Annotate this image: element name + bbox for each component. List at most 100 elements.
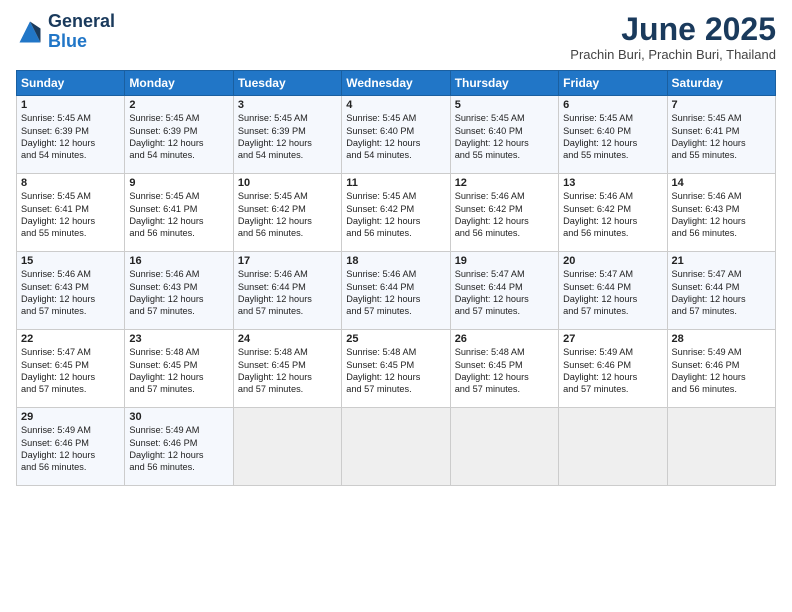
- cell-line: Daylight: 12 hours: [238, 215, 337, 227]
- cell-line: and 57 minutes.: [238, 305, 337, 317]
- cell-line: Sunset: 6:39 PM: [238, 125, 337, 137]
- cell-line: Sunset: 6:40 PM: [455, 125, 554, 137]
- cell-line: Sunrise: 5:48 AM: [238, 346, 337, 358]
- cell-line: and 55 minutes.: [672, 149, 771, 161]
- cell-line: Daylight: 12 hours: [563, 215, 662, 227]
- calendar-cell: 1Sunrise: 5:45 AMSunset: 6:39 PMDaylight…: [17, 96, 125, 174]
- cell-line: Daylight: 12 hours: [672, 215, 771, 227]
- day-number: 10: [238, 177, 337, 189]
- cell-line: Daylight: 12 hours: [455, 293, 554, 305]
- cell-line: and 57 minutes.: [346, 383, 445, 395]
- cell-line: Sunset: 6:45 PM: [346, 359, 445, 371]
- cell-line: Daylight: 12 hours: [21, 137, 120, 149]
- day-number: 9: [129, 177, 228, 189]
- calendar-cell: 21Sunrise: 5:47 AMSunset: 6:44 PMDayligh…: [667, 252, 775, 330]
- cell-line: Daylight: 12 hours: [129, 293, 228, 305]
- cell-line: Daylight: 12 hours: [672, 371, 771, 383]
- calendar-cell: [450, 408, 558, 486]
- cell-line: Sunrise: 5:46 AM: [129, 268, 228, 280]
- cell-line: and 56 minutes.: [346, 227, 445, 239]
- calendar-cell: 29Sunrise: 5:49 AMSunset: 6:46 PMDayligh…: [17, 408, 125, 486]
- calendar-cell: 26Sunrise: 5:48 AMSunset: 6:45 PMDayligh…: [450, 330, 558, 408]
- cell-line: Sunrise: 5:46 AM: [563, 190, 662, 202]
- day-number: 28: [672, 333, 771, 345]
- cell-line: Sunrise: 5:48 AM: [346, 346, 445, 358]
- cell-line: and 57 minutes.: [21, 383, 120, 395]
- cell-line: Sunrise: 5:49 AM: [563, 346, 662, 358]
- cell-line: Sunrise: 5:47 AM: [455, 268, 554, 280]
- cell-line: Sunrise: 5:45 AM: [21, 112, 120, 124]
- cell-line: Sunrise: 5:45 AM: [129, 112, 228, 124]
- cell-line: Daylight: 12 hours: [21, 449, 120, 461]
- calendar-cell: 25Sunrise: 5:48 AMSunset: 6:45 PMDayligh…: [342, 330, 450, 408]
- cell-line: Sunset: 6:40 PM: [563, 125, 662, 137]
- calendar-cell: 4Sunrise: 5:45 AMSunset: 6:40 PMDaylight…: [342, 96, 450, 174]
- cell-line: Daylight: 12 hours: [238, 137, 337, 149]
- calendar-cell: 3Sunrise: 5:45 AMSunset: 6:39 PMDaylight…: [233, 96, 341, 174]
- cell-line: Sunset: 6:45 PM: [129, 359, 228, 371]
- cell-line: Sunrise: 5:45 AM: [346, 190, 445, 202]
- calendar-cell: 22Sunrise: 5:47 AMSunset: 6:45 PMDayligh…: [17, 330, 125, 408]
- calendar-cell: 17Sunrise: 5:46 AMSunset: 6:44 PMDayligh…: [233, 252, 341, 330]
- cell-line: Sunrise: 5:46 AM: [672, 190, 771, 202]
- day-number: 19: [455, 255, 554, 267]
- cell-line: Daylight: 12 hours: [563, 293, 662, 305]
- cell-line: Daylight: 12 hours: [129, 449, 228, 461]
- cell-line: and 56 minutes.: [238, 227, 337, 239]
- cell-line: Sunrise: 5:45 AM: [455, 112, 554, 124]
- weekday-header-monday: Monday: [125, 71, 233, 96]
- cell-line: Daylight: 12 hours: [455, 215, 554, 227]
- day-number: 21: [672, 255, 771, 267]
- day-number: 11: [346, 177, 445, 189]
- calendar-cell: 15Sunrise: 5:46 AMSunset: 6:43 PMDayligh…: [17, 252, 125, 330]
- cell-line: Sunrise: 5:46 AM: [21, 268, 120, 280]
- cell-line: and 56 minutes.: [129, 461, 228, 473]
- cell-line: Sunset: 6:41 PM: [672, 125, 771, 137]
- day-number: 7: [672, 99, 771, 111]
- calendar-container: General Blue June 2025 Prachin Buri, Pra…: [0, 0, 792, 494]
- cell-line: and 57 minutes.: [455, 383, 554, 395]
- cell-line: Daylight: 12 hours: [672, 137, 771, 149]
- cell-line: Sunrise: 5:49 AM: [129, 424, 228, 436]
- cell-line: Sunset: 6:45 PM: [21, 359, 120, 371]
- calendar-cell: 27Sunrise: 5:49 AMSunset: 6:46 PMDayligh…: [559, 330, 667, 408]
- day-number: 24: [238, 333, 337, 345]
- cell-line: Sunrise: 5:46 AM: [455, 190, 554, 202]
- calendar-cell: 20Sunrise: 5:47 AMSunset: 6:44 PMDayligh…: [559, 252, 667, 330]
- cell-line: Sunset: 6:45 PM: [238, 359, 337, 371]
- cell-line: and 57 minutes.: [563, 383, 662, 395]
- cell-line: Sunset: 6:46 PM: [21, 437, 120, 449]
- calendar-cell: [559, 408, 667, 486]
- cell-line: and 57 minutes.: [672, 305, 771, 317]
- cell-line: Sunrise: 5:46 AM: [238, 268, 337, 280]
- cell-line: Daylight: 12 hours: [346, 371, 445, 383]
- calendar-cell: 11Sunrise: 5:45 AMSunset: 6:42 PMDayligh…: [342, 174, 450, 252]
- cell-line: Sunrise: 5:48 AM: [129, 346, 228, 358]
- cell-line: Sunset: 6:39 PM: [21, 125, 120, 137]
- weekday-header-row: SundayMondayTuesdayWednesdayThursdayFrid…: [17, 71, 776, 96]
- cell-line: and 54 minutes.: [129, 149, 228, 161]
- cell-line: Sunrise: 5:48 AM: [455, 346, 554, 358]
- cell-line: Sunset: 6:41 PM: [21, 203, 120, 215]
- cell-line: and 54 minutes.: [21, 149, 120, 161]
- cell-line: and 54 minutes.: [238, 149, 337, 161]
- cell-line: Sunrise: 5:45 AM: [129, 190, 228, 202]
- cell-line: and 57 minutes.: [455, 305, 554, 317]
- logo-general: General: [48, 11, 115, 31]
- day-number: 1: [21, 99, 120, 111]
- cell-line: Daylight: 12 hours: [129, 137, 228, 149]
- cell-line: and 55 minutes.: [455, 149, 554, 161]
- cell-line: Daylight: 12 hours: [672, 293, 771, 305]
- cell-line: and 56 minutes.: [563, 227, 662, 239]
- cell-line: Daylight: 12 hours: [563, 137, 662, 149]
- cell-line: Sunrise: 5:45 AM: [238, 190, 337, 202]
- calendar-cell: 10Sunrise: 5:45 AMSunset: 6:42 PMDayligh…: [233, 174, 341, 252]
- calendar-cell: 12Sunrise: 5:46 AMSunset: 6:42 PMDayligh…: [450, 174, 558, 252]
- day-number: 26: [455, 333, 554, 345]
- cell-line: Daylight: 12 hours: [346, 215, 445, 227]
- day-number: 13: [563, 177, 662, 189]
- cell-line: and 54 minutes.: [346, 149, 445, 161]
- logo-icon: [16, 18, 44, 46]
- calendar-cell: 19Sunrise: 5:47 AMSunset: 6:44 PMDayligh…: [450, 252, 558, 330]
- calendar-cell: 16Sunrise: 5:46 AMSunset: 6:43 PMDayligh…: [125, 252, 233, 330]
